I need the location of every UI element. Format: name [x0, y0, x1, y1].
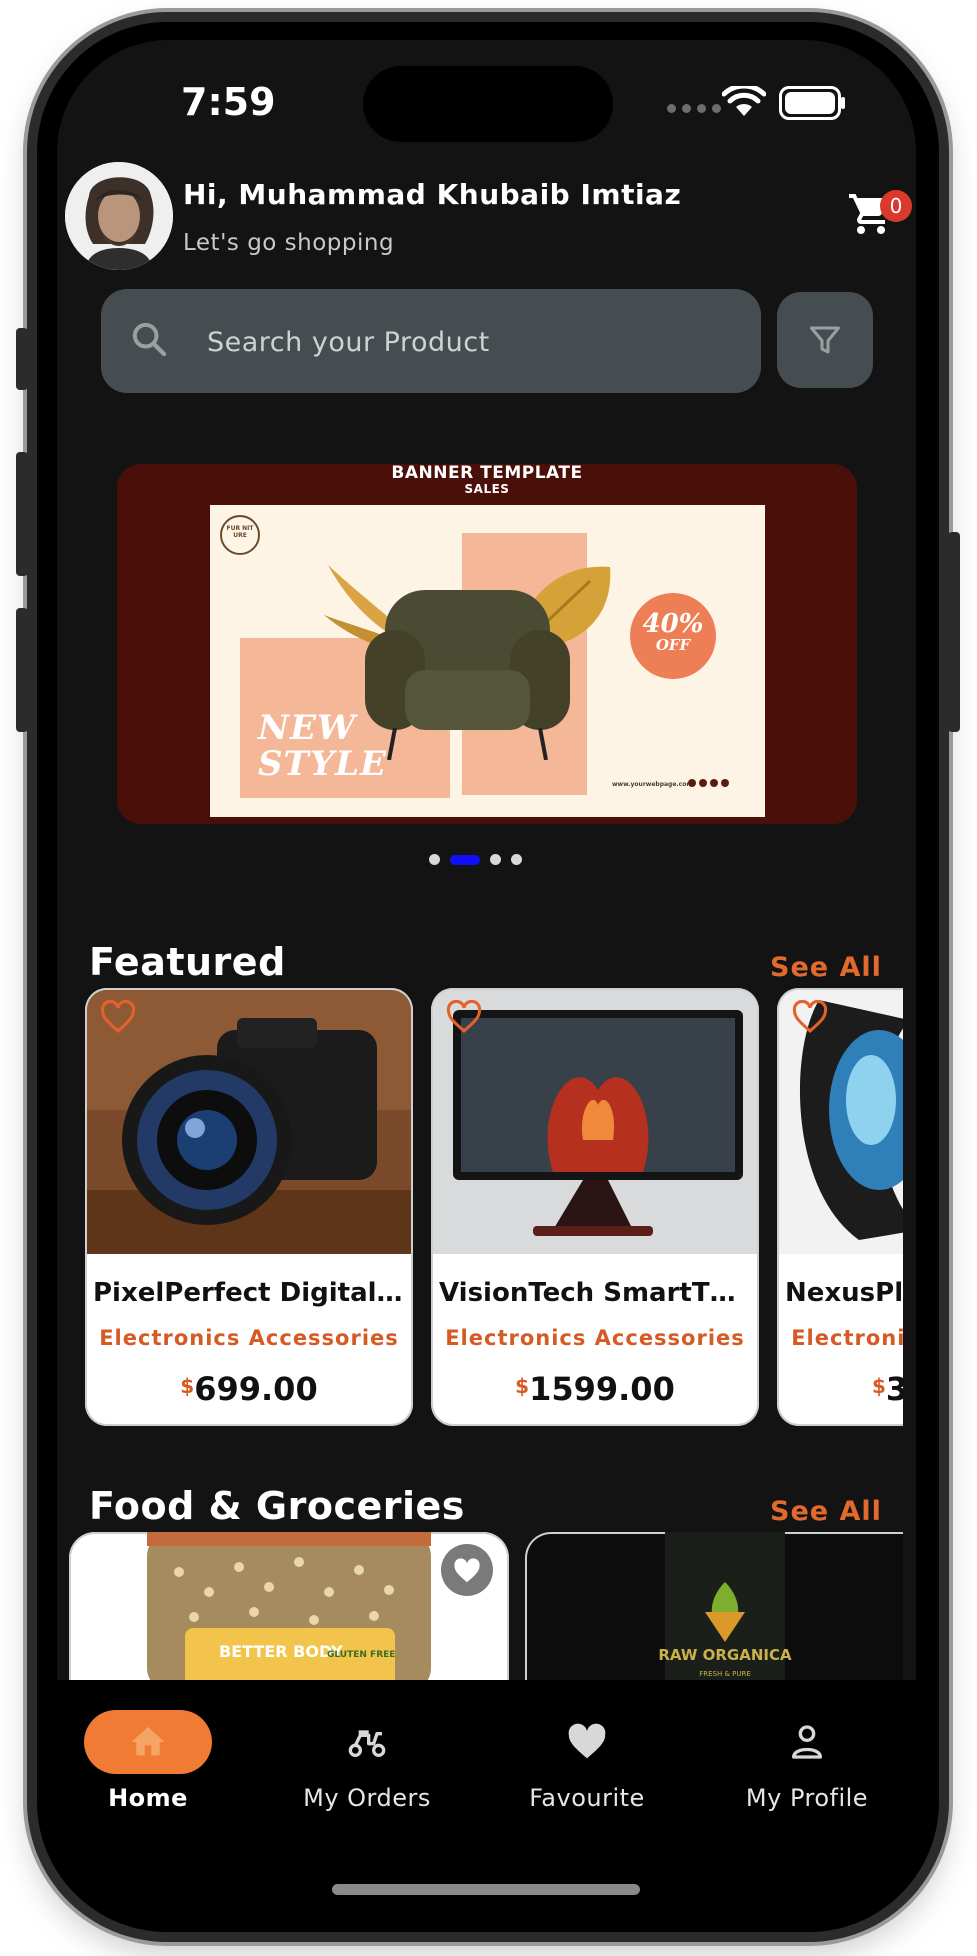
promo-banner[interactable]: BANNER TEMPLATE SALES FUR NIT URE NEW ST… — [117, 464, 857, 824]
armchair-graphic — [365, 590, 570, 760]
nav-label: My Orders — [303, 1784, 431, 1812]
carousel-dot[interactable] — [490, 854, 501, 865]
bottom-navigation: Home My Orders Favourite My Profile — [57, 1680, 916, 1916]
nav-label: Favourite — [529, 1784, 645, 1812]
battery-icon — [779, 86, 841, 120]
nav-tab-home[interactable]: Home — [57, 1710, 243, 1812]
favorite-outline-icon[interactable] — [791, 1000, 829, 1034]
banner-poster-image: FUR NIT URE NEW STYLE 40% OFF www.yourwe… — [210, 505, 765, 817]
product-category: Electronics Accessories — [445, 1326, 745, 1350]
product-card[interactable]: NexusPlay VR Headset Electronics Accesso… — [777, 988, 916, 1426]
carousel-clip-edge — [903, 1520, 916, 1700]
poster-headline: NEW STYLE — [258, 708, 387, 784]
nav-active-pill — [84, 1710, 212, 1774]
product-card[interactable]: VisionTech SmartTV Monitor Electronics A… — [431, 988, 759, 1426]
price-amount: 1599.00 — [529, 1370, 675, 1408]
featured-section-title: Featured — [89, 940, 286, 984]
price-amount: 699.00 — [194, 1370, 318, 1408]
currency-symbol: $ — [872, 1374, 886, 1398]
scooter-icon — [348, 1730, 386, 1757]
device-volume-down — [16, 608, 28, 732]
product-price: $1599.00 — [431, 1370, 759, 1408]
home-indicator[interactable] — [332, 1884, 640, 1895]
product-name: NexusPlay VR Headset — [785, 1278, 916, 1308]
furniture-logo: FUR NIT URE — [220, 515, 260, 555]
device-mute-switch — [16, 328, 28, 390]
greeting-subtitle: Let's go shopping — [183, 230, 395, 256]
nav-label: My Profile — [745, 1784, 869, 1812]
nav-tab-profile[interactable]: My Profile — [712, 1710, 902, 1812]
favorite-outline-icon[interactable] — [445, 1000, 483, 1034]
carousel-dot-active[interactable] — [450, 854, 480, 865]
favorite-outline-icon[interactable] — [99, 1000, 137, 1034]
filter-button[interactable] — [777, 292, 873, 388]
food-badge-text: GLUTEN FREE — [327, 1650, 395, 1660]
banner-heading: BANNER TEMPLATE SALES — [117, 464, 857, 496]
poster-url: www.yourwebpage.com — [612, 781, 693, 788]
heart-icon — [568, 1723, 606, 1759]
status-time: 7:59 — [181, 80, 276, 124]
search-icon — [132, 322, 167, 357]
search-bar[interactable] — [101, 289, 761, 393]
food-tagline-text: FRESH & PURE — [699, 1670, 751, 1678]
food-product-image-oil: RAW ORGANICA FRESH & PURE — [658, 1532, 792, 1692]
person-icon — [792, 1725, 822, 1759]
heart-icon — [454, 1558, 480, 1583]
battery-tip — [841, 97, 845, 109]
social-icons — [688, 779, 729, 787]
carousel-dot[interactable] — [429, 854, 440, 865]
cellular-signal-icon — [667, 104, 721, 113]
food-product-card[interactable]: BETTER BODY GLUTEN FREE — [69, 1532, 509, 1692]
food-product-image-quinoa: BETTER BODY GLUTEN FREE — [147, 1532, 431, 1692]
banner-subtitle: SALES — [464, 482, 510, 496]
product-price: $699.00 — [85, 1370, 413, 1408]
carousel-dot[interactable] — [511, 854, 522, 865]
avatar-portrait-image — [65, 162, 173, 270]
home-icon — [131, 1727, 165, 1756]
currency-symbol: $ — [515, 1374, 530, 1398]
device-power-button — [948, 532, 960, 732]
favorite-button[interactable] — [441, 1544, 493, 1596]
food-brand-text: BETTER BODY — [219, 1642, 343, 1661]
product-name: PixelPerfect Digital Camera — [93, 1278, 405, 1308]
food-see-all-link[interactable]: See All — [770, 1496, 882, 1527]
currency-symbol: $ — [180, 1374, 195, 1398]
nav-tab-favourite[interactable]: Favourite — [492, 1710, 682, 1812]
product-category: Electronics Accessories — [791, 1326, 916, 1350]
greeting-text: Hi, Muhammad Khubaib Imtiaz — [183, 178, 682, 211]
product-category: Electronics Accessories — [99, 1326, 399, 1350]
avatar[interactable] — [65, 162, 173, 270]
app-screen: 7:59 Hi, Muhammad Khubaib Imtiaz Let's g… — [57, 40, 916, 1916]
featured-see-all-link[interactable]: See All — [770, 952, 882, 983]
nav-label: Home — [108, 1784, 188, 1812]
device-volume-up — [16, 452, 28, 576]
dynamic-island — [363, 66, 613, 142]
nav-tab-orders[interactable]: My Orders — [272, 1710, 462, 1812]
cart-count-badge: 0 — [880, 190, 912, 222]
filter-icon — [810, 326, 840, 354]
wifi-icon — [722, 86, 766, 116]
search-input[interactable] — [205, 317, 729, 367]
carousel-indicator — [429, 854, 522, 865]
food-section-title: Food & Groceries — [89, 1484, 465, 1528]
banner-title: BANNER TEMPLATE — [391, 464, 583, 483]
food-product-card[interactable]: RAW ORGANICA FRESH & PURE — [525, 1532, 916, 1692]
carousel-clip-edge — [903, 980, 916, 1440]
product-card[interactable]: PixelPerfect Digital Camera Electronics … — [85, 988, 413, 1426]
discount-badge: 40% OFF — [630, 593, 716, 679]
product-name: VisionTech SmartTV Monitor — [439, 1278, 751, 1308]
food-brand-text: RAW ORGANICA — [658, 1646, 792, 1664]
